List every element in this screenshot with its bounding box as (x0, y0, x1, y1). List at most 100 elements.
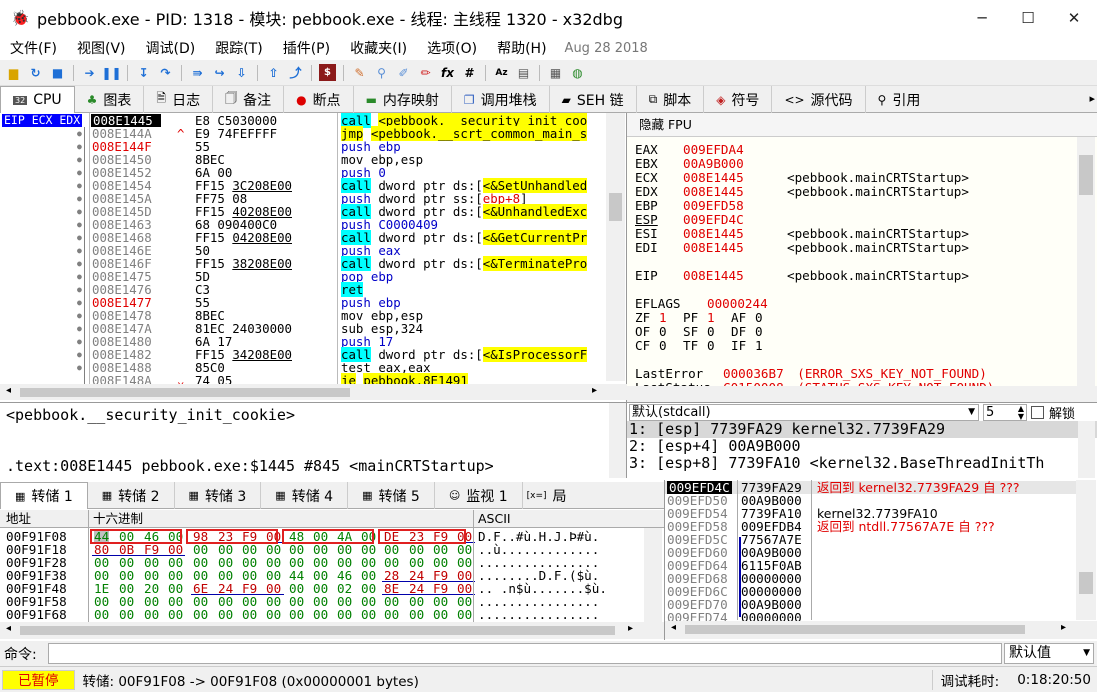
breakpoint-dot-icon[interactable]: ● (77, 361, 82, 374)
restart-icon[interactable]: ↻ (27, 64, 44, 81)
menu-file[interactable]: 文件(F) (0, 38, 67, 58)
dump-byte[interactable]: 00 (218, 608, 233, 621)
flag-value[interactable]: 1 (707, 311, 731, 325)
dump-byte[interactable]: 00 (289, 608, 304, 621)
breakpoint-dot-icon[interactable]: ● (77, 179, 82, 192)
tab-dump-5[interactable]: ▦ 转储 5 (348, 482, 435, 509)
tab-locals[interactable]: [x=] 局 (523, 482, 571, 509)
register-row[interactable]: ESI 008E1445 <pebbook.mainCRTStartup> (635, 227, 969, 241)
dump-row[interactable]: 00F91F68 00 00 00 00 00 00 00 00 00 00 00 00 00 00 00 00… (0, 608, 664, 621)
breakpoint-dot-icon[interactable]: ● (77, 348, 82, 361)
fx-icon[interactable]: fx (439, 64, 456, 81)
flag-value[interactable]: 0 (659, 339, 683, 353)
menu-trace[interactable]: 跟踪(T) (205, 38, 272, 58)
stop-icon[interactable]: ■ (49, 64, 66, 81)
register-value[interactable]: 009EFD58 (683, 199, 787, 213)
dump-byte[interactable]: 00 (409, 608, 424, 621)
breakpoint-dot-icon[interactable]: ● (77, 270, 82, 283)
scroll-right-icon[interactable]: ▸ (628, 623, 633, 634)
tab-call-stack[interactable]: ❐ 调用堆栈 (452, 86, 550, 113)
dump-byte[interactable]: 00 (94, 608, 109, 621)
register-value[interactable]: 009EFD4C (683, 213, 787, 227)
registers-horizontal-scrollbar[interactable] (627, 386, 1097, 402)
bookmark-icon[interactable]: ✐ (395, 64, 412, 81)
register-row[interactable]: ECX 008E1445 <pebbook.mainCRTStartup> (635, 171, 969, 185)
column-address[interactable]: 地址 (6, 510, 31, 528)
tab-watch-1[interactable]: ☺ 监视 1 (435, 482, 523, 509)
calculator-icon[interactable]: ▦ (547, 64, 564, 81)
dump-byte[interactable]: 00 (119, 608, 134, 621)
disassembly-vertical-scrollbar[interactable] (606, 113, 625, 381)
stack-row[interactable]: 009EFD60 00A9B000 (665, 546, 1085, 559)
pause-icon[interactable]: ❚❚ (101, 64, 121, 81)
menu-help[interactable]: 帮助(H) (487, 38, 556, 58)
dump-byte[interactable]: 00 (313, 608, 328, 621)
dump-horizontal-scrollbar[interactable]: ◂ ▸ (0, 622, 664, 639)
open-icon[interactable]: ▆ (5, 64, 22, 81)
close-button[interactable]: ✕ (1051, 0, 1097, 36)
scroll-right-icon[interactable]: ▸ (592, 385, 597, 396)
register-value[interactable]: 000036B7 (723, 366, 791, 381)
breakpoint-dot-icon[interactable]: ● (77, 231, 82, 244)
command-type-select[interactable]: 默认值 ▼ (1004, 643, 1094, 664)
dump-byte[interactable]: 00 (384, 608, 399, 621)
tab-seh[interactable]: ▰ SEH 链 (550, 86, 637, 113)
register-row[interactable]: EBP 009EFD58 (635, 199, 787, 213)
column-ascii[interactable]: ASCII (478, 510, 511, 528)
breakpoint-dot-icon[interactable]: ● (77, 244, 82, 257)
function-icon[interactable]: ✏ (417, 64, 434, 81)
tab-references[interactable]: ⚲ 引用 (866, 86, 933, 113)
stack-vertical-scrollbar[interactable] (1076, 480, 1096, 620)
scroll-left-icon[interactable]: ◂ (6, 385, 11, 396)
stack-row[interactable]: 009EFD6C 00000000 (665, 585, 1085, 598)
dump-byte[interactable]: 00 (242, 608, 257, 621)
dump-byte[interactable]: 00 (457, 608, 472, 621)
register-row[interactable]: EBX 00A9B000 (635, 157, 787, 171)
stack-args-scrollbar[interactable] (1078, 421, 1095, 478)
flag-value[interactable]: 0 (755, 325, 779, 339)
breakpoint-dot-icon[interactable]: ● (77, 335, 82, 348)
trace-into-icon[interactable]: ⇛ (189, 64, 206, 81)
stack-row[interactable]: 009EFD68 00000000 (665, 572, 1085, 585)
register-value[interactable]: 008E1445 (683, 227, 787, 241)
execute-till-return-icon[interactable]: ⇩ (233, 64, 250, 81)
stack-row[interactable]: 009EFD64 6115F0AB (665, 559, 1085, 572)
trace-over-icon[interactable]: ↪ (211, 64, 228, 81)
tab-script[interactable]: ⧉ 脚本 (637, 86, 705, 113)
breakpoint-dot-icon[interactable]: ● (77, 296, 82, 309)
tab-dump-1[interactable]: ▦ 转储 1 (0, 482, 88, 509)
menu-options[interactable]: 选项(O) (417, 38, 487, 58)
run-icon[interactable]: ➔ (81, 64, 98, 81)
dump-byte[interactable]: 00 (361, 608, 376, 621)
run-to-user-code-icon[interactable]: ⇧ (265, 64, 282, 81)
tab-memory-map[interactable]: ▬ 内存映射 (354, 86, 452, 113)
memory-dump-view[interactable]: 地址 十六进制 ASCII 00F91F08 44 00 46 00 98 23 F9 00 48… (0, 510, 664, 640)
register-row[interactable]: EAX 009EFDA4 (635, 143, 787, 157)
breakpoint-dot-icon[interactable]: ● (77, 283, 82, 296)
maximize-button[interactable]: ☐ (1005, 0, 1051, 36)
list-icon[interactable]: ▤ (515, 64, 532, 81)
stack-row[interactable]: 009EFD4C 7739FA29 返回到 kernel32.7739FA29 自 … (665, 481, 1085, 494)
dump-byte[interactable]: 00 (266, 608, 281, 621)
stack-arg-row[interactable]: 3: [esp+8] 7739FA10 <kernel32.BaseThread… (629, 455, 1044, 472)
stack-arg-row[interactable]: 1: [esp] 7739FA29 kernel32.7739FA29 (627, 421, 1097, 438)
patch-icon[interactable]: $ (319, 64, 336, 81)
step-into-icon[interactable]: ↧ (135, 64, 152, 81)
tab-symbols[interactable]: ◈ 符号 (704, 86, 773, 113)
argument-count-spinner[interactable]: 5 ▲ ▼ (983, 403, 1027, 421)
tab-graph[interactable]: ♣ 图表 (75, 86, 145, 113)
scroll-left-icon[interactable]: ◂ (6, 623, 11, 634)
dump-byte[interactable]: 00 (337, 608, 352, 621)
register-value[interactable]: 008E1445 (683, 241, 787, 255)
hash-icon[interactable]: # (461, 64, 478, 81)
register-row[interactable]: EIP 008E1445 <pebbook.mainCRTStartup> (635, 269, 969, 283)
menu-plugins[interactable]: 插件(P) (273, 38, 340, 58)
breakpoint-dot-icon[interactable]: ● (77, 322, 82, 335)
breakpoint-dot-icon[interactable]: ● (77, 192, 82, 205)
label-icon[interactable]: ⚲ (373, 64, 390, 81)
menu-favourites[interactable]: 收藏夹(I) (340, 38, 417, 58)
column-hex[interactable]: 十六进制 (93, 510, 143, 528)
flag-value[interactable]: 0 (707, 325, 731, 339)
flag-value[interactable]: 0 (707, 339, 731, 353)
tab-notes[interactable]: 🗍 备注 (213, 86, 285, 113)
